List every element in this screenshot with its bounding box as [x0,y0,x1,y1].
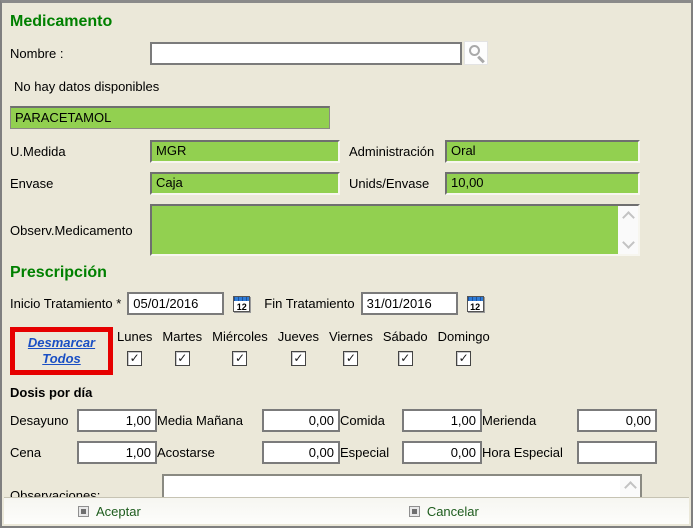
umedida-label: U.Medida [10,144,150,159]
especial-input[interactable] [402,441,482,464]
checkbox-viernes[interactable] [343,351,358,366]
checkbox-jueves[interactable] [291,351,306,366]
observ-medicamento-textarea [150,204,640,256]
medication-fields: U.Medida MGR Administración Oral Envase … [10,140,683,195]
calendar-number: 12 [468,301,483,314]
envase-label: Envase [10,176,150,191]
checkbox-lunes[interactable] [127,351,142,366]
weekday-label: Miércoles [212,329,268,344]
acostarse-label: Acostarse [157,445,262,460]
hora-especial-input[interactable] [577,441,657,464]
weekday-label: Viernes [329,329,373,344]
envase-field: Caja [150,172,340,195]
checkbox-miercoles[interactable] [232,351,247,366]
administracion-field: Oral [445,140,640,163]
unids-envase-label: Unids/Envase [340,176,445,191]
medication-dialog: Medicamento Nombre : No hay datos dispon… [0,0,693,528]
observ-medicamento-row: Observ.Medicamento [10,204,683,256]
weekdays-row: Desmarcar Todos Lunes Martes Miércoles [10,327,683,375]
checkbox-domingo[interactable] [456,351,471,366]
unids-envase-field: 10,00 [445,172,640,195]
aceptar-label: Aceptar [96,504,141,519]
desmarcar-line2: Todos [42,351,81,366]
media-manana-label: Media Mañana [157,413,262,428]
hora-especial-label: Hora Especial [482,445,577,460]
media-manana-input[interactable] [262,409,340,432]
checkbox-sabado[interactable] [398,351,413,366]
search-icon[interactable] [464,41,488,65]
weekday-checkbox-group: Lunes Martes Miércoles Jueves Viernes [117,327,490,366]
weekday-label: Sábado [383,329,428,344]
calendar-icon-inicio[interactable]: 12 [233,296,250,312]
merienda-label: Merienda [482,413,577,428]
desayuno-label: Desayuno [10,413,77,428]
nombre-input[interactable] [150,42,462,65]
fin-tratamiento-label: Fin Tratamiento [264,296,354,311]
administracion-label: Administración [340,144,445,159]
aceptar-button[interactable]: Aceptar [78,504,141,519]
cancelar-button[interactable]: Cancelar [409,504,479,519]
weekday-col-viernes: Viernes [329,329,373,366]
desmarcar-todos-link[interactable]: Desmarcar Todos [28,335,95,367]
treatment-dates-row: Inicio Tratamiento * 12 Fin Tratamiento … [10,292,683,315]
observ-medicamento-content[interactable] [152,206,618,254]
no-data-message: No hay datos disponibles [14,79,683,94]
dosis-por-dia-title: Dosis por día [10,385,683,400]
magnifier-lens [469,45,480,56]
checkbox-martes[interactable] [175,351,190,366]
nombre-label: Nombre : [10,46,150,61]
desayuno-input[interactable] [77,409,157,432]
weekday-col-sabado: Sábado [383,329,428,366]
weekday-label: Domingo [438,329,490,344]
weekday-col-jueves: Jueves [278,329,319,366]
section-title-medicamento: Medicamento [10,13,683,31]
scroll-down-icon[interactable] [622,236,635,249]
scroll-up-icon[interactable] [624,481,637,494]
umedida-field: MGR [150,140,340,163]
dosis-grid: Desayuno Media Mañana Comida Merienda Ce… [10,409,683,464]
desmarcar-line1: Desmarcar [28,335,95,350]
button-square-icon [78,506,89,517]
weekday-label: Jueves [278,329,319,344]
magnifier-handle [477,56,485,64]
inicio-tratamiento-input[interactable] [127,292,224,315]
weekday-col-domingo: Domingo [438,329,490,366]
scroll-up-icon[interactable] [622,211,635,224]
comida-label: Comida [340,413,402,428]
observ-scrollbar[interactable] [618,206,638,254]
calendar-icon-fin[interactable]: 12 [467,296,484,312]
especial-label: Especial [340,445,402,460]
button-square-icon [409,506,420,517]
medication-listbox-selected-item[interactable]: PARACETAMOL [10,106,330,129]
comida-input[interactable] [402,409,482,432]
merienda-input[interactable] [577,409,657,432]
section-title-prescripcion: Prescripción [10,264,683,282]
weekday-col-martes: Martes [162,329,202,366]
weekday-label: Martes [162,329,202,344]
cena-label: Cena [10,445,77,460]
weekday-col-lunes: Lunes [117,329,152,366]
fin-tratamiento-input[interactable] [361,292,458,315]
calendar-number: 12 [234,301,249,314]
weekday-col-miercoles: Miércoles [212,329,268,366]
dialog-footer: Aceptar Cancelar [4,497,689,524]
highlight-red-box: Desmarcar Todos [10,327,113,375]
nombre-row: Nombre : [10,41,683,65]
weekday-label: Lunes [117,329,152,344]
cancelar-label: Cancelar [427,504,479,519]
observ-medicamento-label: Observ.Medicamento [10,223,150,238]
cena-input[interactable] [77,441,157,464]
acostarse-input[interactable] [262,441,340,464]
inicio-tratamiento-label: Inicio Tratamiento * [10,296,121,311]
